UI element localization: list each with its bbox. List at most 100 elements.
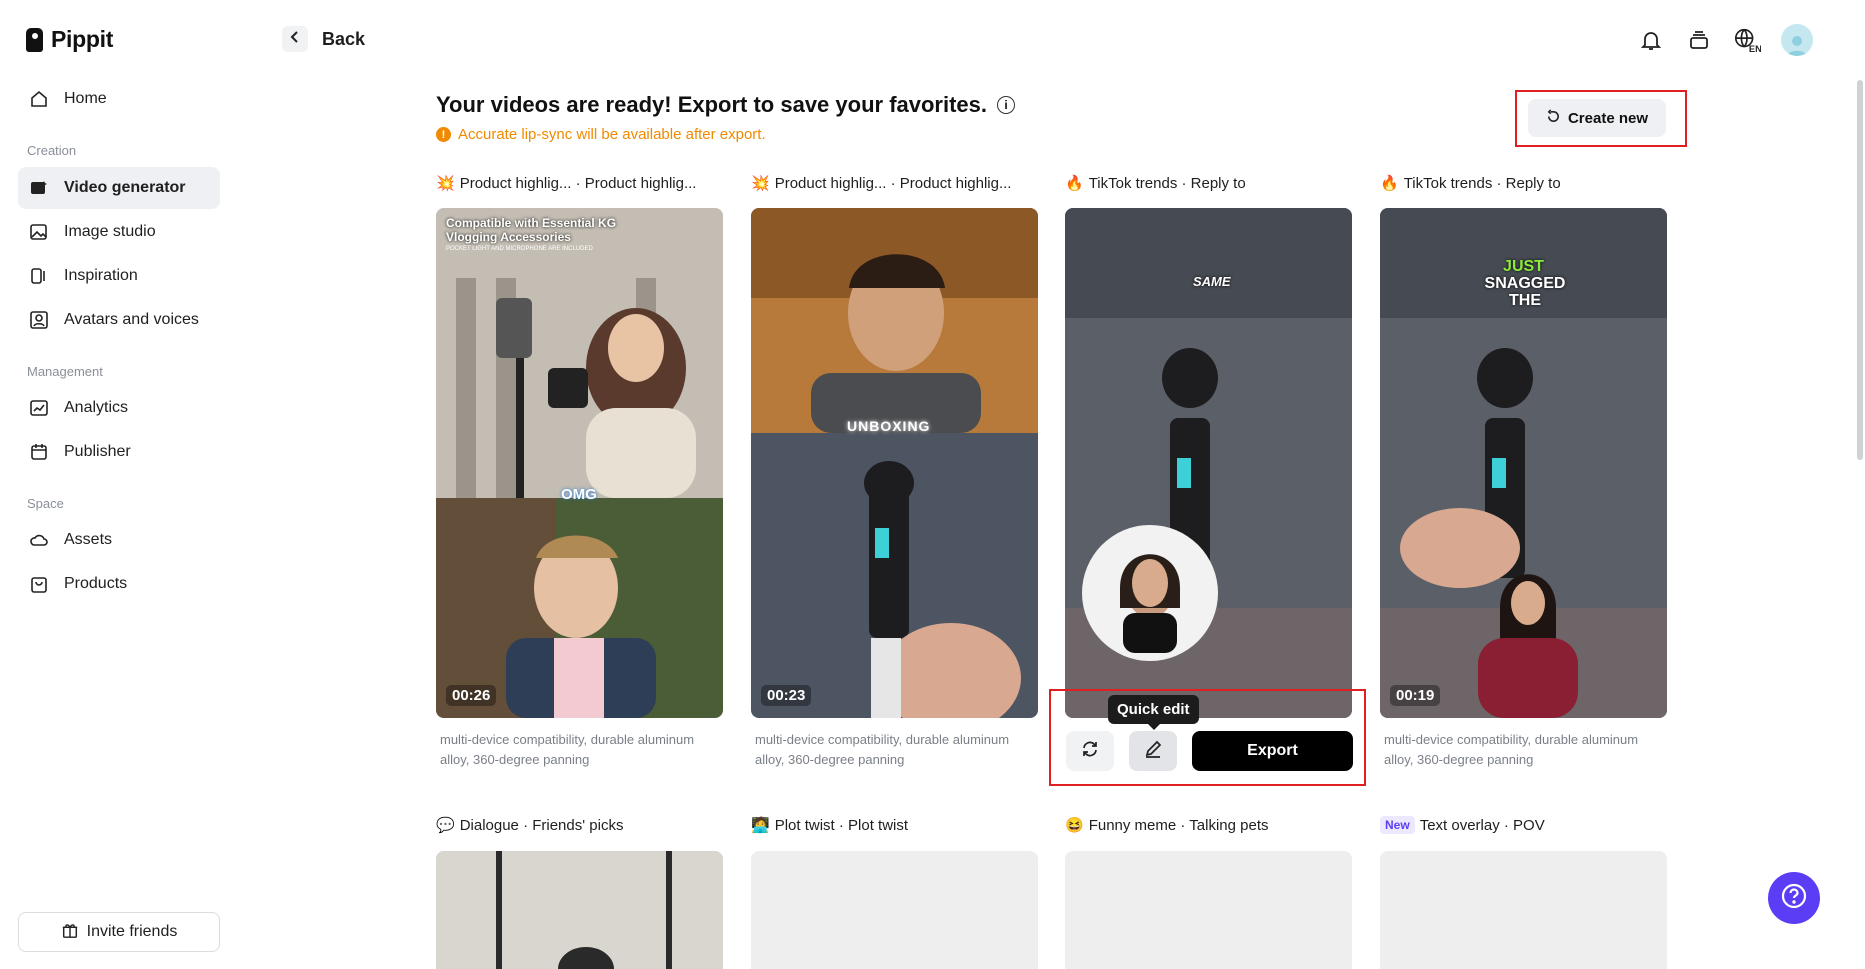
back-label[interactable]: Back — [322, 29, 365, 50]
card-title: 💥 Product highlig... · Product highlig..… — [436, 174, 697, 193]
sidebar-item-image-studio[interactable]: Image studio — [18, 211, 220, 253]
bag-icon — [28, 573, 50, 595]
page-title: Your videos are ready! Export to save yo… — [436, 92, 1016, 118]
sidebar-item-label: Publisher — [64, 443, 131, 460]
sidebar-item-inspiration[interactable]: Inspiration — [18, 255, 220, 297]
regenerate-button[interactable] — [1066, 731, 1114, 771]
card-title: New Text overlay · POV — [1380, 816, 1545, 834]
card-title: 🔥 TikTok trends · Reply to — [1380, 174, 1561, 193]
info-icon[interactable]: i — [997, 96, 1016, 114]
sidebar-item-label: Image studio — [64, 223, 156, 240]
card-title-text: Funny meme · Talking pets — [1088, 816, 1269, 834]
video-preview-image — [436, 851, 723, 969]
video-caption: UNBOXING — [847, 418, 931, 434]
chevron-left-icon — [288, 30, 302, 49]
video-thumbnail-loading[interactable] — [1380, 851, 1667, 969]
page-title-text: Your videos are ready! Export to save yo… — [436, 92, 988, 117]
refresh-icon — [1546, 108, 1561, 128]
card-title-text: TikTok trends · Reply to — [1088, 174, 1246, 192]
sidebar-item-avatars-and-voices[interactable]: Avatars and voices — [18, 299, 220, 341]
fire-icon: 🔥 — [1065, 175, 1084, 192]
section-label-management: Management — [27, 364, 103, 379]
video-description: multi-device compatibility, durable alum… — [755, 732, 1010, 767]
section-label-space: Space — [27, 496, 64, 511]
warning-text: Accurate lip-sync will be available afte… — [458, 126, 766, 143]
pippit-logo-icon — [26, 27, 43, 52]
sidebar-item-publisher[interactable]: Publisher — [18, 431, 220, 473]
home-icon — [28, 88, 50, 110]
person-laptop-icon: 🧑‍💻 — [751, 817, 770, 834]
sidebar-item-video-generator[interactable]: Video generator — [18, 167, 220, 209]
avatar-voice-icon — [28, 309, 50, 331]
sidebar-item-label: Avatars and voices — [64, 311, 199, 328]
new-badge: New — [1380, 816, 1415, 834]
section-label-creation: Creation — [27, 143, 77, 158]
video-thumbnail-loading[interactable] — [751, 851, 1038, 969]
card-title: 🔥 TikTok trends · Reply to — [1065, 174, 1246, 193]
sidebar-item-label: Analytics — [64, 399, 129, 416]
invite-friends-button[interactable]: Invite friends — [18, 912, 220, 952]
inspiration-icon — [28, 265, 50, 287]
question-icon — [1780, 882, 1808, 915]
video-duration: 00:26 — [446, 685, 497, 706]
pencil-icon — [1143, 739, 1163, 764]
create-new-button[interactable]: Create new — [1528, 99, 1666, 137]
sidebar-item-label: Home — [64, 90, 107, 107]
speech-bubble-icon: 💬 — [436, 817, 455, 834]
sparkle-icon: 💥 — [436, 175, 455, 192]
card-title-text: Product highlig... · Product highlig... — [459, 174, 697, 192]
lipsync-warning: ! Accurate lip-sync will be available af… — [436, 126, 766, 143]
sidebar-item-label: Products — [64, 575, 128, 592]
gift-icon — [61, 921, 79, 944]
regenerate-icon — [1080, 739, 1100, 764]
svg-text:EN: EN — [1749, 44, 1761, 54]
video-duration: 00:23 — [761, 685, 812, 706]
video-thumbnail[interactable] — [436, 851, 723, 969]
video-thumbnail-hovered[interactable]: SAME — [1065, 208, 1352, 718]
video-generator-icon — [28, 177, 50, 199]
video-overlay-subtext: POCKET LIGHT AND MICROPHONE ARE INCLUDED — [446, 246, 593, 252]
card-title: 💬 Dialogue · Friends' picks — [436, 816, 624, 835]
card-title: 💥 Product highlig... · Product highlig..… — [751, 174, 1012, 193]
video-caption: OMG — [561, 486, 597, 503]
invite-friends-label: Invite friends — [86, 923, 178, 940]
sidebar-item-products[interactable]: Products — [18, 563, 220, 605]
app-logo[interactable]: Pippit — [26, 26, 113, 53]
laughing-face-icon: 😆 — [1065, 817, 1084, 834]
export-button[interactable]: Export — [1192, 731, 1353, 771]
video-preview-image — [436, 208, 723, 718]
card-title: 🧑‍💻 Plot twist · Plot twist — [751, 816, 909, 835]
warning-icon: ! — [436, 127, 451, 142]
sidebar-item-assets[interactable]: Assets — [18, 519, 220, 561]
sidebar-item-home[interactable]: Home — [18, 78, 220, 120]
sidebar-item-label: Video generator — [64, 179, 186, 196]
scrollbar[interactable] — [1857, 80, 1863, 460]
help-button[interactable] — [1768, 872, 1820, 924]
quick-edit-button[interactable] — [1129, 731, 1177, 771]
video-thumbnail-loading[interactable] — [1065, 851, 1352, 969]
card-title-text: Product highlig... · Product highlig... — [774, 174, 1012, 192]
video-thumbnail[interactable]: Compatible with Essential KG Vlogging Ac… — [436, 208, 723, 718]
sidebar: Pippit Home Creation Video generator Ima… — [0, 0, 238, 969]
video-thumbnail[interactable]: JUST SNAGGED THE 00:19 — [1380, 208, 1667, 718]
app-name: Pippit — [51, 26, 114, 52]
card-title-text: Dialogue · Friends' picks — [459, 816, 624, 834]
card-title-text: TikTok trends · Reply to — [1403, 174, 1561, 192]
language-globe-icon[interactable]: EN — [1733, 26, 1761, 54]
video-duration: 00:19 — [1390, 685, 1441, 706]
sparkle-icon: 💥 — [751, 175, 770, 192]
back-button[interactable] — [282, 26, 308, 52]
layers-icon[interactable] — [1685, 26, 1713, 54]
sidebar-item-label: Inspiration — [64, 267, 138, 284]
analytics-icon — [28, 397, 50, 419]
quick-edit-tooltip: Quick edit — [1108, 695, 1199, 730]
image-studio-icon — [28, 221, 50, 243]
video-thumbnail[interactable]: UNBOXING 00:23 — [751, 208, 1038, 718]
card-title-text: Plot twist · Plot twist — [774, 816, 909, 834]
user-avatar[interactable] — [1781, 24, 1813, 56]
card-title-text: Text overlay · POV — [1419, 816, 1545, 834]
calendar-icon — [28, 441, 50, 463]
sidebar-item-analytics[interactable]: Analytics — [18, 387, 220, 429]
top-right-toolbar: EN — [1637, 24, 1813, 56]
bell-icon[interactable] — [1637, 26, 1665, 54]
